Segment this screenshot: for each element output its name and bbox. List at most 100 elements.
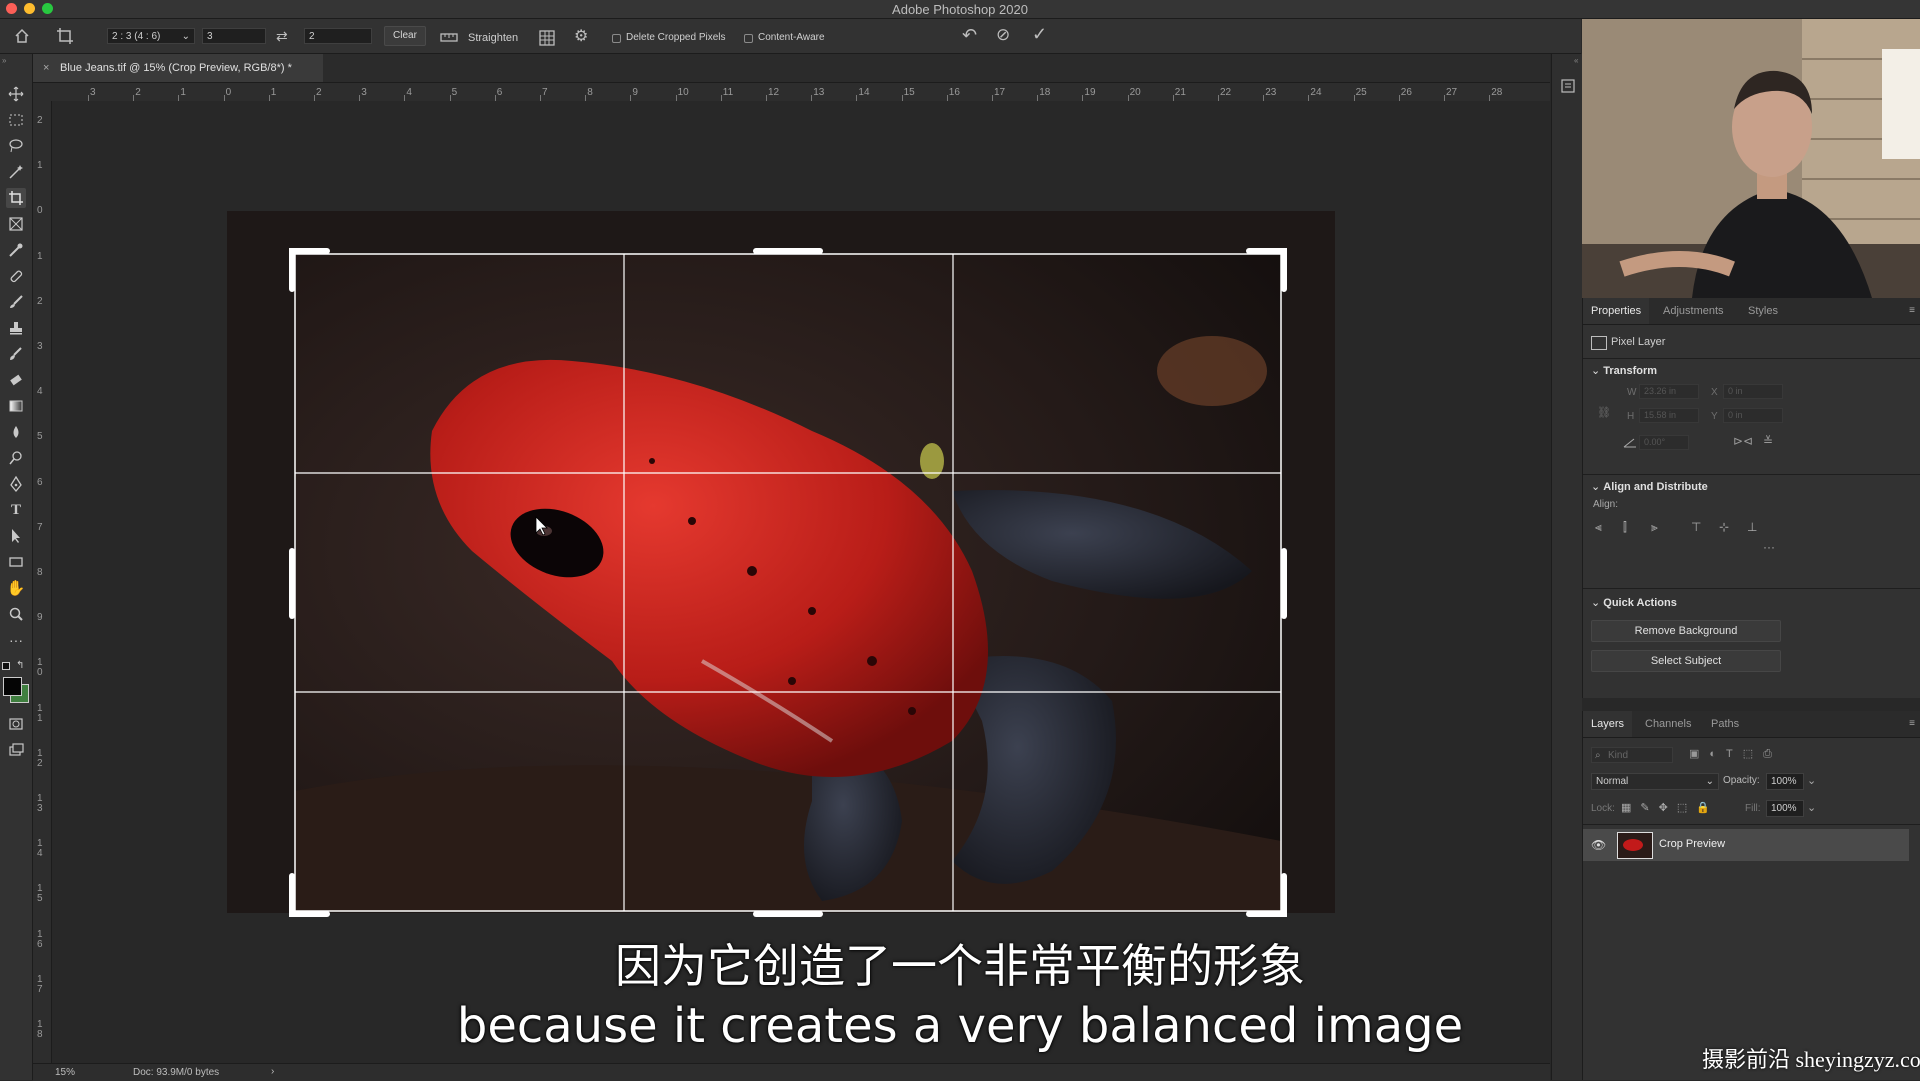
x-field[interactable]: 0 in <box>1723 384 1783 399</box>
blur-tool-icon[interactable] <box>6 422 26 442</box>
align-right-icon[interactable]: ⫸ <box>1651 520 1658 535</box>
chevron-down-icon[interactable]: ⌄ <box>1807 801 1816 814</box>
document-tab-bar: × Blue Jeans.tif @ 15% (Crop Preview, RG… <box>33 54 1550 83</box>
more-options-icon[interactable]: ··· <box>1763 540 1775 554</box>
tab-properties[interactable]: Properties <box>1583 298 1650 324</box>
blend-mode-select[interactable]: Normal ⌄ <box>1591 773 1719 790</box>
zoom-tool-icon[interactable] <box>6 604 26 624</box>
chevron-down-icon[interactable]: ⌄ <box>1807 774 1816 787</box>
crop-tool-selected-icon[interactable] <box>6 188 26 208</box>
align-left-icon[interactable]: ⫷ <box>1595 520 1602 535</box>
align-bottom-icon[interactable]: ⊥ <box>1747 520 1757 534</box>
commit-check-icon[interactable]: ✓ <box>1032 25 1047 43</box>
layer-filter-icons[interactable]: ▣◐T⬚⎙ <box>1689 747 1782 761</box>
tab-paths[interactable]: Paths <box>1703 711 1747 737</box>
crop-tool-icon[interactable] <box>56 27 74 45</box>
screen-mode-icon[interactable] <box>6 740 26 760</box>
canvas-area[interactable] <box>52 101 1550 1063</box>
zoom-level[interactable]: 15% <box>55 1067 75 1078</box>
dodge-tool-icon[interactable] <box>6 448 26 468</box>
layer-row[interactable]: 👁 Crop Preview <box>1583 829 1909 861</box>
move-tool-icon[interactable] <box>6 84 26 104</box>
brush-tool-icon[interactable] <box>6 292 26 312</box>
gear-icon[interactable]: ⚙ <box>574 29 588 45</box>
history-panel-icon[interactable] <box>1560 78 1576 94</box>
width-field[interactable]: 23.26 in <box>1639 384 1699 399</box>
rectangle-tool-icon[interactable] <box>6 552 26 572</box>
quick-actions-header[interactable]: ⌄ Quick Actions <box>1591 596 1677 609</box>
chevron-right-icon[interactable]: › <box>271 1066 274 1077</box>
vertical-ruler[interactable]: 2 1 0 1 2 3 4 5 6 7 8 9 10 11 12 13 14 15 16 17 18 <box>33 101 52 1063</box>
foreground-color-swatch[interactable] <box>3 677 22 696</box>
panel-menu-icon[interactable]: ≡ <box>1909 718 1915 729</box>
swap-colors-icon[interactable]: ↰ <box>16 660 24 671</box>
layer-filter-input[interactable]: ⌕ Kind <box>1591 747 1673 763</box>
home-icon[interactable] <box>14 28 30 44</box>
swap-dimensions-icon[interactable]: ⇄ <box>276 28 288 44</box>
ratio-preset-select[interactable]: 2 : 3 (4 : 6) ⌄ <box>107 28 195 44</box>
more-tools-icon[interactable]: ··· <box>6 630 26 650</box>
eyedropper-tool-icon[interactable] <box>6 240 26 260</box>
quick-mask-icon[interactable] <box>6 714 26 734</box>
tab-channels[interactable]: Channels <box>1637 711 1699 737</box>
flip-horizontal-icon[interactable]: ⊳⊲ <box>1733 434 1753 448</box>
ruler-origin[interactable] <box>33 83 52 101</box>
magic-wand-tool-icon[interactable] <box>6 162 26 182</box>
align-section-header[interactable]: ⌄ Align and Distribute <box>1591 480 1708 493</box>
panel-menu-icon[interactable]: ≡ <box>1909 305 1915 316</box>
tab-styles[interactable]: Styles <box>1740 298 1786 324</box>
horizontal-ruler[interactable]: 3 2 1 0 1 2 3 4 5 6 7 8 9 10 11 12 13 14 15 16 17 18 19 20 21 22 2… <box>52 83 1550 102</box>
type-tool-icon[interactable]: T <box>6 500 26 520</box>
ruler-tick-label: 2 <box>316 87 322 98</box>
path-selection-tool-icon[interactable] <box>6 526 26 546</box>
healing-brush-tool-icon[interactable] <box>6 266 26 286</box>
layer-name[interactable]: Crop Preview <box>1659 838 1725 850</box>
ruler-tick-label: 0 <box>37 205 43 217</box>
lock-icons[interactable]: ▦✎✥⬚🔒 <box>1621 801 1719 814</box>
collapse-panels-icon[interactable]: « <box>1574 56 1578 65</box>
close-tab-icon[interactable]: × <box>43 54 49 82</box>
doc-info[interactable]: Doc: 93.9M/0 bytes <box>133 1067 219 1078</box>
crop-width-input[interactable]: 3 <box>202 28 266 44</box>
straighten-label[interactable]: Straighten <box>468 32 518 44</box>
history-brush-tool-icon[interactable] <box>6 344 26 364</box>
tab-layers[interactable]: Layers <box>1583 711 1633 737</box>
angle-icon <box>1623 438 1637 448</box>
straighten-icon[interactable] <box>440 31 458 43</box>
content-aware-checkbox[interactable] <box>744 34 753 43</box>
collapse-icon[interactable]: » <box>2 56 6 65</box>
document-tab[interactable]: × Blue Jeans.tif @ 15% (Crop Preview, RG… <box>33 54 323 82</box>
hand-tool-icon[interactable]: ✋ <box>6 578 26 598</box>
cancel-icon[interactable]: ⊘ <box>996 26 1010 43</box>
ruler-tick-label: 15 <box>37 883 43 905</box>
link-icon[interactable]: ⛓ <box>1597 406 1611 419</box>
crop-canvas[interactable] <box>52 101 1550 1063</box>
select-subject-button[interactable]: Select Subject <box>1591 650 1781 672</box>
grid-overlay-icon[interactable] <box>539 30 555 46</box>
eye-visibility-icon[interactable]: 👁 <box>1591 838 1606 852</box>
frame-tool-icon[interactable] <box>6 214 26 234</box>
fill-input[interactable]: 100% <box>1766 800 1804 817</box>
tab-adjustments[interactable]: Adjustments <box>1655 298 1732 324</box>
height-field[interactable]: 15.58 in <box>1639 408 1699 423</box>
pen-tool-icon[interactable] <box>6 474 26 494</box>
remove-background-button[interactable]: Remove Background <box>1591 620 1781 642</box>
marquee-tool-icon[interactable] <box>6 110 26 130</box>
angle-field[interactable]: 0.00° <box>1639 435 1689 450</box>
align-horizontal-center-icon[interactable]: ⫿ <box>1623 520 1627 535</box>
transform-section-header[interactable]: ⌄ Transform <box>1591 364 1657 377</box>
reset-icon[interactable]: ↶ <box>962 26 977 44</box>
crop-height-input[interactable]: 2 <box>304 28 372 44</box>
flip-vertical-icon[interactable]: ≚ <box>1763 434 1773 448</box>
align-vertical-center-icon[interactable]: ⊹ <box>1719 520 1729 534</box>
default-colors-icon[interactable] <box>2 662 10 670</box>
delete-cropped-checkbox[interactable] <box>612 34 621 43</box>
align-top-icon[interactable]: ⊤ <box>1691 520 1701 534</box>
lasso-tool-icon[interactable] <box>6 136 26 156</box>
opacity-input[interactable]: 100% <box>1766 773 1804 790</box>
eraser-tool-icon[interactable] <box>6 370 26 390</box>
y-field[interactable]: 0 in <box>1723 408 1783 423</box>
clear-button[interactable]: Clear <box>384 26 426 46</box>
gradient-tool-icon[interactable] <box>6 396 26 416</box>
stamp-tool-icon[interactable] <box>6 318 26 338</box>
